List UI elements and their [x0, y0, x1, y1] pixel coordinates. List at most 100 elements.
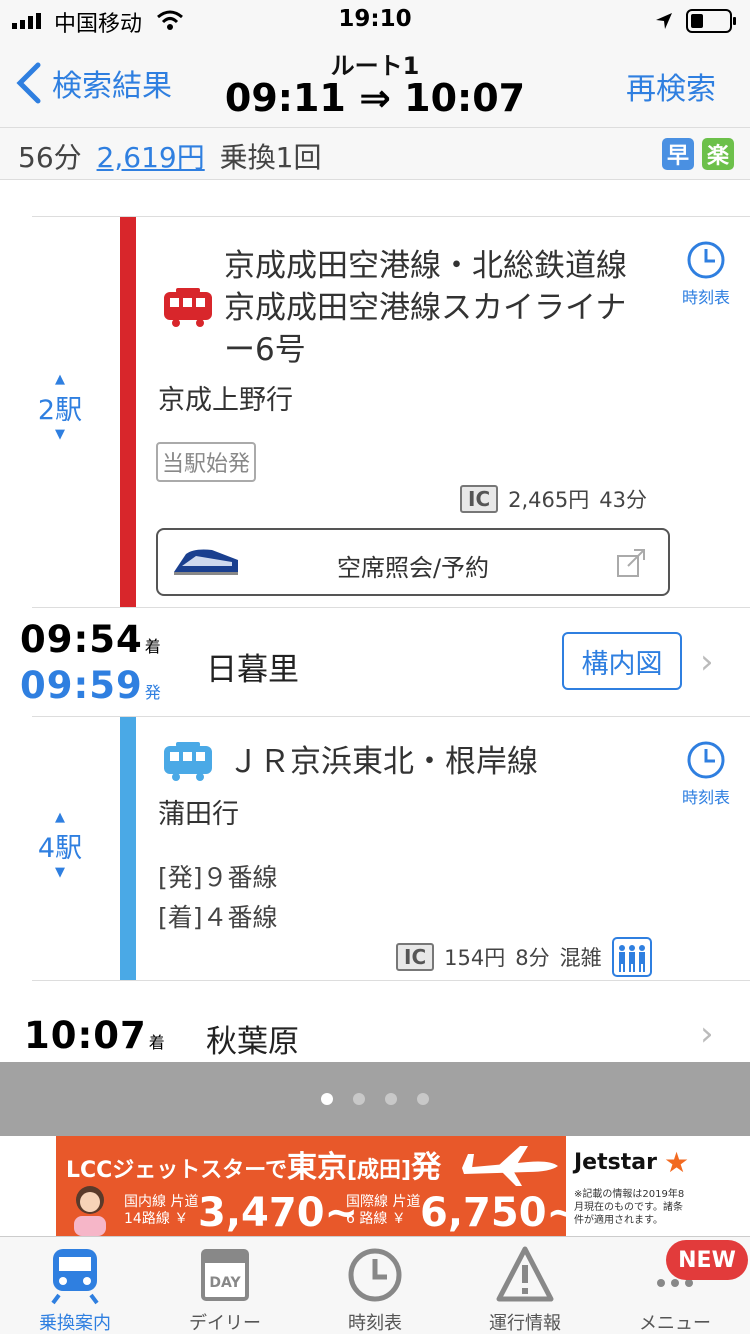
destination-station-name[interactable]: 秋葉原: [206, 1016, 299, 1061]
stop-count-toggle[interactable]: ▲ 4駅 ▼: [20, 810, 100, 881]
tab-timetable[interactable]: 時刻表: [300, 1237, 450, 1335]
ad-intl-label: 国際線 片道 6 路線 ￥: [346, 1194, 420, 1228]
ad-disclaimer: ※記載の情報は2019年8月現在のものです。諸条件が適用されます。: [574, 1189, 685, 1226]
tab-daily[interactable]: DAY デイリー: [150, 1237, 300, 1335]
chevron-right-icon[interactable]: ›: [700, 642, 714, 682]
line-color-bar-jr: [120, 717, 136, 980]
origin-station-tag: 当駅始発: [156, 442, 257, 482]
tab-label: 運行情報: [489, 1313, 561, 1334]
new-badge: NEW: [666, 1240, 748, 1280]
caret-up-icon: ▲: [55, 372, 65, 387]
arrival-mark: 着: [144, 637, 162, 656]
timetable-button[interactable]: 時刻表: [666, 740, 746, 808]
tab-service-info[interactable]: 運行情報: [450, 1237, 600, 1335]
arrival-time-value: 10:07: [24, 1014, 147, 1057]
segment-duration: 8分: [515, 946, 550, 970]
transfer-station-name[interactable]: 日暮里: [206, 644, 299, 689]
ad-person-illustration: [74, 1186, 106, 1236]
timetable-label: 時刻表: [681, 288, 730, 307]
timetable-button[interactable]: 時刻表: [666, 240, 746, 308]
ic-card-icon: IC: [396, 943, 435, 971]
ad-domestic-label-2: 14路線 ￥: [124, 1211, 189, 1227]
research-button[interactable]: 再検索: [626, 64, 716, 108]
segment-fare: 154円: [444, 946, 506, 970]
svg-text:DAY: DAY: [209, 1275, 241, 1291]
divider: [32, 607, 750, 608]
transfer-arrival-time: 09:54 着: [20, 618, 162, 661]
divider: [32, 980, 750, 981]
crowding-label: 混雑: [559, 946, 602, 970]
segment-fare-info: IC 2,465円 43分: [460, 484, 647, 514]
airplane-icon: [462, 1146, 558, 1186]
ad-banner[interactable]: LCCジェットスターで東京[成田]発 国内線 片道 14路線 ￥ 3,470~ …: [0, 1136, 750, 1236]
train-destination: 蒲田行: [158, 799, 239, 830]
line-name-row-3: ー6号: [224, 332, 306, 368]
ad-intl-label-2: 6 路線 ￥: [346, 1211, 406, 1227]
line-color-bar-keisei: [120, 217, 136, 607]
tab-transfer[interactable]: 乗換案内: [0, 1237, 150, 1335]
segment-duration: 43分: [599, 488, 647, 512]
jetstar-logo: Jetstar: [574, 1150, 657, 1175]
clock-time: 19:10: [338, 6, 412, 32]
ad-headline-sub: [成田]: [347, 1158, 412, 1183]
location-arrow-icon: [656, 13, 672, 29]
total-fare-link[interactable]: 2,619円: [97, 141, 205, 174]
transfer-departure-time-value: 09:59: [20, 664, 143, 707]
arrival-mark: 着: [148, 1033, 166, 1052]
reservation-label: 空席照会/予約: [336, 554, 490, 582]
ad-domestic-label-1: 国内線 片道: [124, 1194, 199, 1210]
transfer-arrival-time-value: 09:54: [20, 618, 143, 661]
transfer-count: 乗換1回: [219, 141, 322, 174]
route-summary: 56分 2,619円 乗換1回 早 楽: [0, 128, 750, 180]
navigation-bar: 検索結果 ルート1 09:11 ⇒ 10:07 再検索: [0, 40, 750, 128]
tab-label: デイリー: [189, 1313, 261, 1334]
stop-count-toggle[interactable]: ▲ 2駅 ▼: [20, 372, 100, 443]
page-dot[interactable]: [353, 1093, 365, 1105]
calendar-day-icon: DAY: [201, 1249, 249, 1301]
caret-down-icon: ▼: [55, 427, 65, 442]
tab-label: 時刻表: [348, 1313, 402, 1334]
ad-brand-panel: Jetstar ★ ※記載の情報は2019年8月現在のものです。諸条件が適用され…: [566, 1136, 696, 1236]
total-duration: 56分: [18, 141, 82, 174]
page-dot[interactable]: [321, 1093, 333, 1105]
ad-headline-suffix: 発: [411, 1150, 442, 1185]
arrival-platform: [着]４番線: [158, 903, 278, 932]
ad-headline-city: 東京: [287, 1150, 347, 1185]
ad-intl-price: 6,750~: [420, 1190, 581, 1236]
divider: [32, 716, 750, 717]
train-icon: [164, 742, 212, 781]
stop-count: 4駅: [37, 833, 83, 864]
star-icon: ★: [664, 1146, 690, 1179]
transfer-departure-time: 09:59 発: [20, 664, 162, 707]
seat-reservation-button[interactable]: 空席照会/予約: [156, 528, 670, 596]
page-dot[interactable]: [385, 1093, 397, 1105]
clock-icon: [348, 1248, 402, 1302]
departure-platform: [発]９番線: [158, 863, 278, 892]
divider: [32, 216, 750, 217]
stop-count: 2駅: [37, 395, 83, 426]
clock-icon: [687, 241, 725, 279]
ad-headline: LCCジェットスターで東京[成田]発: [66, 1142, 441, 1186]
caret-up-icon: ▲: [55, 810, 65, 825]
crowding-icon[interactable]: [611, 937, 652, 977]
ad-pager: [0, 1062, 750, 1136]
line-name[interactable]: ＪＲ京浜東北・根岸線: [228, 741, 538, 783]
clock-icon: [687, 741, 725, 779]
fast-badge: 早: [662, 138, 694, 170]
easy-badge: 楽: [702, 138, 734, 170]
departure-mark: 発: [144, 683, 162, 702]
tab-bar: 乗換案内 DAY デイリー 時刻表 運行情報 メニュー: [0, 1236, 750, 1334]
tab-label: 乗換案内: [39, 1313, 111, 1334]
chevron-right-icon[interactable]: ›: [700, 1014, 714, 1054]
line-name[interactable]: 京成成田空港線・北総鉄道線 京成成田空港線スカイライナ ー6号: [224, 245, 674, 371]
timetable-label: 時刻表: [681, 788, 730, 807]
page-dot[interactable]: [417, 1093, 429, 1105]
ad-domestic-price: 3,470~: [198, 1190, 359, 1236]
station-map-button[interactable]: 構内図: [562, 632, 682, 690]
ad-intl-label-1: 国際線 片道: [346, 1194, 421, 1210]
train-icon: [164, 288, 212, 327]
warning-icon: [496, 1246, 554, 1302]
arrival-time: 10:07 着: [24, 1014, 166, 1057]
status-bar: 中国移动 19:10: [0, 0, 750, 40]
tab-label: メニュー: [639, 1313, 711, 1334]
